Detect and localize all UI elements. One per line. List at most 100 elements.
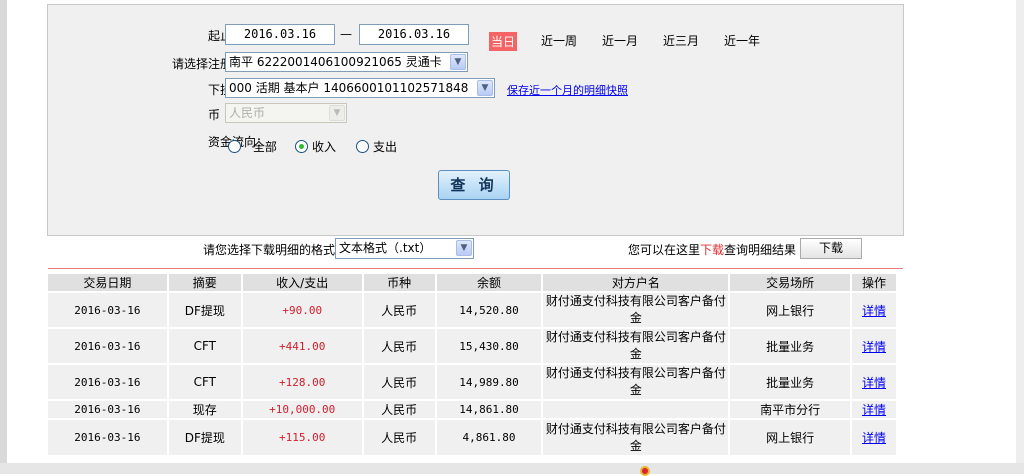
query-button[interactable]: 查 询 — [438, 170, 510, 200]
location-cell: 批量业务 — [729, 363, 852, 400]
date-separator: — — [340, 27, 352, 41]
date-cell: 2016-03-16 — [48, 363, 169, 400]
quick-week[interactable]: 近一周 — [541, 32, 577, 49]
query-panel: 起止日期： 2016.03.16 — 2016.03.16 当日 近一周 近一月… — [47, 4, 904, 236]
quick-year[interactable]: 近一年 — [724, 32, 760, 49]
currency-cell: 人民币 — [362, 327, 437, 364]
table-header: 交易日期 摘要 收入/支出 币种 余额 对方户名 交易场所 操作 — [48, 274, 899, 292]
detail-link[interactable]: 详情 — [862, 403, 886, 417]
counterparty-cell: 财付通支付科技有限公司客户备付金 — [542, 327, 731, 364]
column-header: 币种 — [362, 274, 437, 292]
detail-link[interactable]: 详情 — [862, 431, 886, 445]
radio-expense[interactable]: 支出 — [356, 138, 397, 155]
account-select[interactable]: 南平 6222001406100921065 灵通卡 ▼ — [225, 52, 468, 72]
column-header: 操作 — [850, 274, 899, 292]
balance-cell: 4,861.80 — [435, 418, 544, 455]
column-header: 收入/支出 — [241, 274, 364, 292]
currency-cell: 人民币 — [362, 399, 437, 419]
location-cell: 南平市分行 — [729, 399, 852, 419]
action-cell: 详情 — [850, 327, 899, 364]
currency-cell: 人民币 — [362, 418, 437, 455]
chevron-down-icon: ▼ — [456, 240, 472, 256]
currency-cell: 人民币 — [362, 291, 437, 328]
balance-cell: 15,430.80 — [435, 327, 544, 364]
currency-select: 人民币 ▼ — [225, 103, 347, 123]
download-button[interactable]: 下载 — [800, 238, 862, 259]
date-cell: 2016-03-16 — [48, 291, 169, 328]
date-from-input[interactable]: 2016.03.16 — [225, 24, 335, 45]
location-cell: 网上银行 — [729, 418, 852, 455]
quick-today[interactable]: 当日 — [489, 32, 518, 51]
counterparty-cell — [542, 399, 731, 419]
table-row: 2016-03-16 CFT +441.00 人民币 15,430.80 财付通支付科技有… — [48, 327, 899, 364]
date-cell: 2016-03-16 — [48, 399, 169, 419]
chevron-down-icon: ▼ — [477, 80, 493, 96]
radio-all-label: 全部 — [252, 140, 277, 154]
download-hint: 您可以在这里下载查询明细结果 — [628, 243, 797, 257]
radio-checked-icon — [295, 140, 308, 153]
date-cell: 2016-03-16 — [48, 418, 169, 455]
sub-account-value: 000 活期 基本户 1406600101102571848 — [229, 81, 469, 95]
radio-income-label: 收入 — [312, 140, 337, 154]
radio-income[interactable]: 收入 — [295, 138, 336, 155]
table-row: 2016-03-16 DF提现 +115.00 人民币 4,861.80 财付通支付科技有… — [48, 418, 899, 455]
sub-account-select[interactable]: 000 活期 基本户 1406600101102571848 ▼ — [225, 78, 495, 98]
summary-cell: CFT — [167, 327, 243, 364]
action-cell: 详情 — [850, 418, 899, 455]
summary-cell: CFT — [167, 363, 243, 400]
chevron-down-icon: ▼ — [450, 54, 466, 70]
action-cell: 详情 — [850, 291, 899, 328]
summary-cell: DF提现 — [167, 291, 243, 328]
location-cell: 批量业务 — [729, 327, 852, 364]
radio-icon — [356, 140, 369, 153]
chevron-down-icon: ▼ — [329, 105, 345, 121]
table-row: 2016-03-16 现存 +10,000.00 人民币 14,861.80 南平市分行详… — [48, 399, 899, 419]
balance-cell: 14,989.80 — [435, 363, 544, 400]
right-border — [1016, 0, 1024, 474]
column-header: 交易场所 — [729, 274, 852, 292]
quick-3months[interactable]: 近三月 — [663, 32, 699, 49]
radio-expense-label: 支出 — [373, 140, 398, 154]
table-row: 2016-03-16 DF提现 +90.00 人民币 14,520.80 财付通支付科技有… — [48, 291, 899, 328]
date-cell: 2016-03-16 — [48, 327, 169, 364]
action-cell: 详情 — [850, 363, 899, 400]
detail-link[interactable]: 详情 — [862, 304, 886, 318]
location-cell: 网上银行 — [729, 291, 852, 328]
transactions-table: 交易日期 摘要 收入/支出 币种 余额 对方户名 交易场所 操作 2016-03-16 DF提现… — [48, 274, 899, 455]
format-value: 文本格式（.txt） — [339, 241, 432, 255]
column-header: 对方户名 — [542, 274, 731, 292]
counterparty-cell: 财付通支付科技有限公司客户备付金 — [542, 418, 731, 455]
column-header: 交易日期 — [48, 274, 169, 292]
date-to-input[interactable]: 2016.03.16 — [359, 24, 469, 45]
left-border — [0, 0, 7, 474]
account-value: 南平 6222001406100921065 灵通卡 — [229, 55, 442, 69]
balance-cell: 14,520.80 — [435, 291, 544, 328]
detail-link[interactable]: 详情 — [862, 340, 886, 354]
table-row: 2016-03-16 CFT +128.00 人民币 14,989.80 财付通支付科技有… — [48, 363, 899, 400]
summary-cell: DF提现 — [167, 418, 243, 455]
amount-cell: +10,000.00 — [241, 399, 364, 419]
format-label: 请您选择下载明细的格式 — [203, 243, 336, 257]
counterparty-cell: 财付通支付科技有限公司客户备付金 — [542, 363, 731, 400]
amount-cell: +115.00 — [241, 418, 364, 455]
counterparty-cell: 财付通支付科技有限公司客户备付金 — [542, 291, 731, 328]
amount-cell: +128.00 — [241, 363, 364, 400]
divider — [48, 268, 903, 269]
format-select[interactable]: 文本格式（.txt） ▼ — [335, 238, 474, 259]
radio-icon — [228, 140, 241, 153]
currency-value: 人民币 — [229, 106, 266, 120]
action-cell: 详情 — [850, 399, 899, 419]
radio-all[interactable]: 全部 — [228, 138, 277, 155]
column-header: 余额 — [435, 274, 544, 292]
currency-cell: 人民币 — [362, 363, 437, 400]
snapshot-link[interactable]: 保存近一个月的明细快照 — [507, 82, 628, 98]
column-header: 摘要 — [167, 274, 243, 292]
emblem-icon — [640, 466, 650, 476]
amount-cell: +441.00 — [241, 327, 364, 364]
balance-cell: 14,861.80 — [435, 399, 544, 419]
summary-cell: 现存 — [167, 399, 243, 419]
bottom-bar — [0, 463, 1024, 474]
quick-month[interactable]: 近一月 — [602, 32, 638, 49]
detail-link[interactable]: 详情 — [862, 376, 886, 390]
amount-cell: +90.00 — [241, 291, 364, 328]
